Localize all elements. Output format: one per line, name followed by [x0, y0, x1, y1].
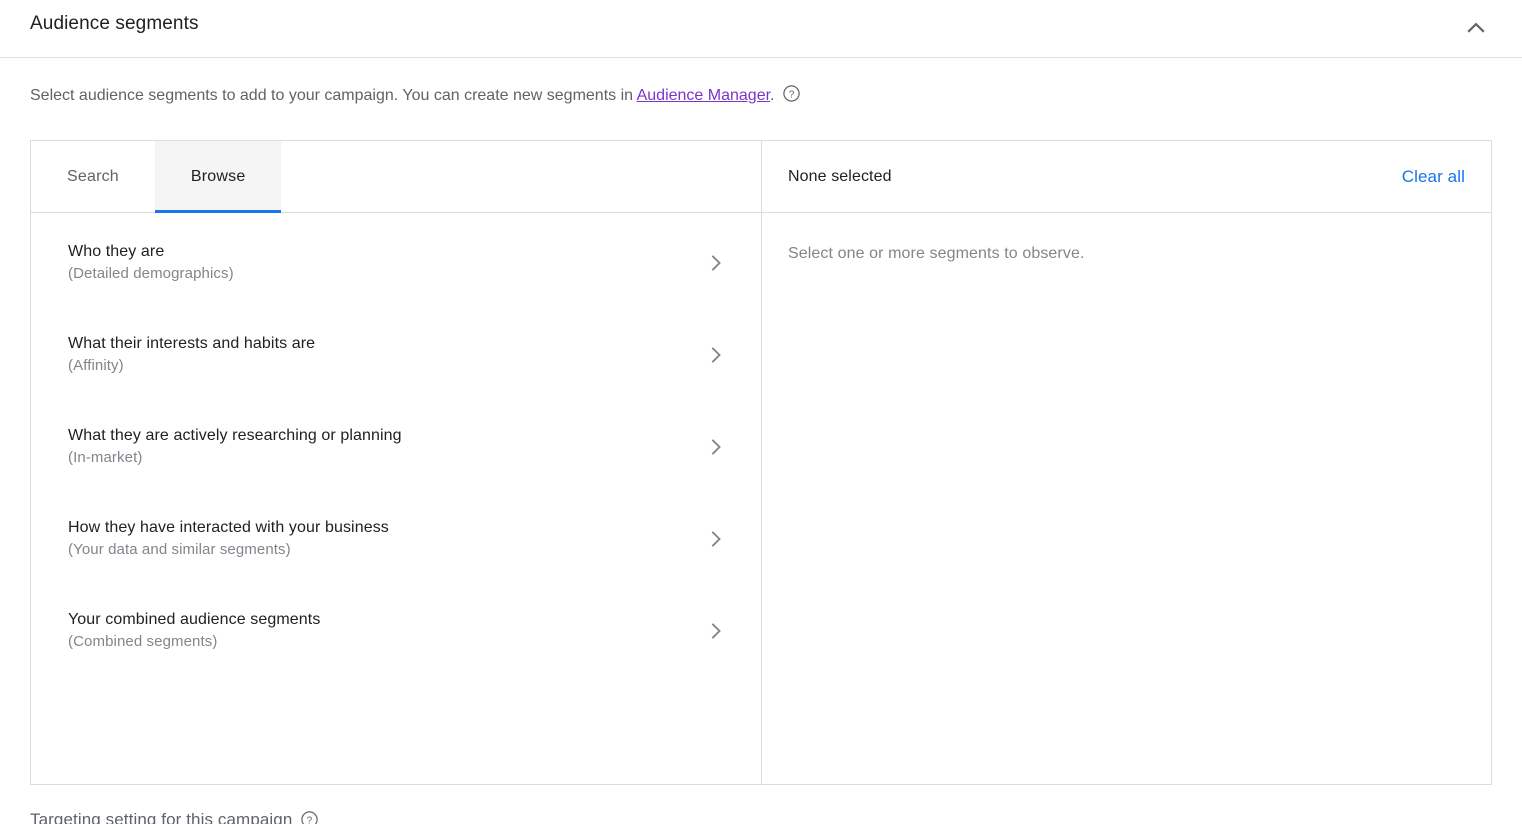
category-list[interactable]: Who they are (Detailed demographics) Wha… [31, 213, 761, 784]
chevron-right-icon[interactable] [702, 249, 730, 277]
description-text-after: . [770, 87, 775, 104]
category-title: How they have interacted with your busin… [68, 519, 389, 536]
targeting-setting-text: Targeting setting for this campaign [30, 810, 293, 824]
empty-state-message: Select one or more segments to observe. [788, 245, 1085, 262]
clear-all-button[interactable]: Clear all [1402, 167, 1465, 187]
category-text: What they are actively researching or pl… [68, 425, 402, 469]
selection-header: None selected Clear all [762, 141, 1491, 213]
category-row-your-data[interactable]: How they have interacted with your busin… [31, 493, 761, 585]
help-circle-icon[interactable]: ? [300, 810, 319, 824]
category-subtitle: (Your data and similar segments) [68, 541, 291, 558]
category-subtitle: (Detailed demographics) [68, 265, 234, 282]
category-text: Your combined audience segments (Combine… [68, 609, 320, 653]
category-subtitle: (Affinity) [68, 357, 124, 374]
category-row-affinity[interactable]: What their interests and habits are (Aff… [31, 309, 761, 401]
category-title: Your combined audience segments [68, 611, 321, 628]
category-title: Who they are [68, 243, 165, 260]
card-header: Audience segments [0, 0, 1522, 58]
selection-pane: None selected Clear all Select one or mo… [762, 141, 1491, 784]
footer-clip: Targeting setting for this campaign ? [30, 808, 1430, 824]
category-subtitle: (Combined segments) [68, 633, 218, 650]
audience-segments-panel: Audience segments Select audience segmen… [0, 0, 1522, 824]
chevron-right-icon[interactable] [702, 617, 730, 645]
browse-pane: Search Browse Who they are (Detailed dem… [31, 141, 762, 784]
chevron-right-icon[interactable] [702, 341, 730, 369]
tab-search[interactable]: Search [31, 141, 155, 212]
category-text: What their interests and habits are (Aff… [68, 333, 315, 377]
segment-selector: Search Browse Who they are (Detailed dem… [30, 140, 1492, 785]
chevron-right-icon[interactable] [702, 433, 730, 461]
category-title: What their interests and habits are [68, 335, 316, 352]
selector-tabs: Search Browse [31, 141, 761, 213]
targeting-setting-label: Targeting setting for this campaign ? [30, 808, 1430, 824]
collapse-section-button[interactable] [1456, 8, 1496, 48]
page-title: Audience segments [30, 13, 199, 34]
category-row-in-market[interactable]: What they are actively researching or pl… [31, 401, 761, 493]
selection-count-label: None selected [788, 167, 892, 185]
chevron-up-icon [1463, 15, 1489, 41]
selection-empty-state: Select one or more segments to observe. [762, 213, 1491, 784]
help-circle-icon[interactable]: ? [782, 84, 801, 103]
svg-text:?: ? [788, 90, 794, 101]
tab-browse[interactable]: Browse [154, 141, 282, 213]
section-description: Select audience segments to add to your … [30, 82, 801, 110]
audience-manager-link[interactable]: Audience Manager [637, 87, 770, 104]
category-row-who-they-are[interactable]: Who they are (Detailed demographics) [31, 217, 761, 309]
category-title: What they are actively researching or pl… [68, 427, 402, 444]
svg-text:?: ? [307, 816, 313, 824]
category-text: Who they are (Detailed demographics) [68, 241, 234, 285]
category-text: How they have interacted with your busin… [68, 517, 389, 561]
chevron-right-icon[interactable] [702, 525, 730, 553]
description-text-before: Select audience segments to add to your … [30, 87, 637, 104]
category-subtitle: (In-market) [68, 449, 143, 466]
category-row-combined-segments[interactable]: Your combined audience segments (Combine… [31, 585, 761, 677]
